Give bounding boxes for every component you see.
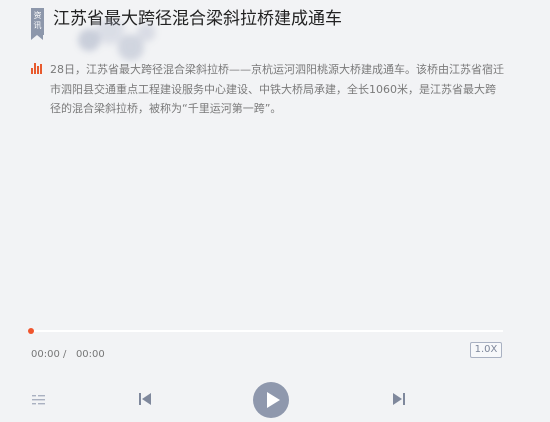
tag-char-2: 讯: [33, 21, 42, 30]
progress-bar[interactable]: [31, 330, 503, 332]
play-button[interactable]: [253, 382, 289, 418]
news-tag-icon: 资 讯: [31, 8, 44, 40]
audio-bars-icon: [31, 63, 44, 74]
play-icon: [267, 392, 280, 408]
total-time: 00:00: [75, 349, 105, 360]
progress-handle[interactable]: [28, 328, 34, 334]
current-time: 00:00: [31, 349, 60, 360]
skip-next-icon[interactable]: [392, 392, 406, 406]
tag-char-1: 资: [33, 11, 42, 20]
time-separator: /: [63, 349, 67, 360]
playlist-icon[interactable]: [32, 394, 45, 405]
article-summary: 28日，江苏省最大跨径混合梁斜拉桥——京杭运河泗阳桃源大桥建成通车。该桥由江苏省…: [50, 63, 504, 115]
time-display: 00:00 / 00:00: [31, 349, 105, 360]
skip-previous-icon[interactable]: [138, 392, 152, 406]
playback-speed-button[interactable]: 1.0X: [470, 342, 502, 358]
